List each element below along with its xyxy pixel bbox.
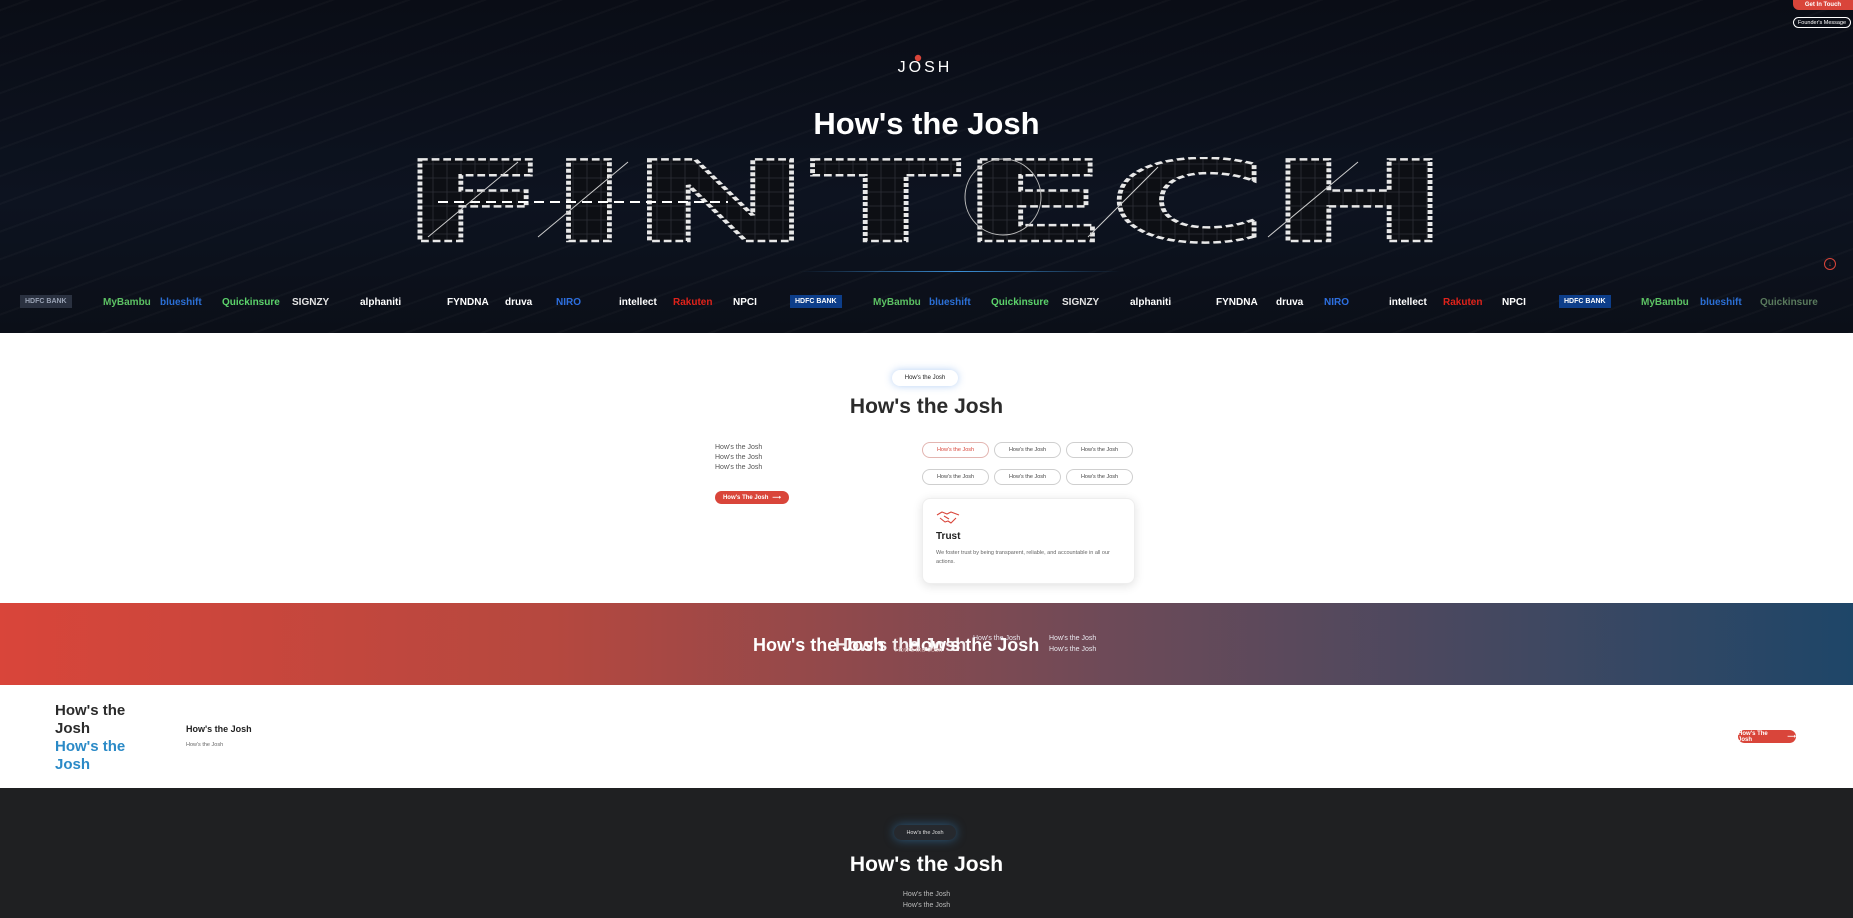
partner-logo: Rakuten <box>673 296 713 308</box>
partner-logo: druva <box>1276 296 1304 308</box>
partner-logo: SIGNZY <box>1062 296 1100 308</box>
values-section: How's the Josh How's the Josh How's the … <box>0 333 1853 603</box>
partner-logo: MyBambu <box>103 296 151 308</box>
partner-logo: MyBambu <box>873 296 921 308</box>
partner-logo: FYNDNA <box>1216 296 1258 308</box>
career-title: How's the Josh <box>186 724 252 734</box>
partner-logo: blueshift <box>160 296 202 308</box>
partner-logo: NPCI <box>733 296 757 308</box>
dark-section: How's the Josh How's the Josh How's the … <box>0 788 1853 918</box>
founders-message-button[interactable]: Founder's Message <box>1793 17 1851 28</box>
partner-logo: NPCI <box>1502 296 1526 308</box>
partner-logo: blueshift <box>929 296 971 308</box>
values-pill-label: How's the Josh <box>892 370 958 386</box>
scroll-down-icon[interactable]: ↓ <box>1824 258 1836 270</box>
band-subtitle: How's the Josh <box>895 647 943 654</box>
partner-logo: blueshift <box>1700 296 1742 308</box>
partner-logos-marquee: HDFC BANK MyBambu blueshift Quickinsure SIGN… <box>0 289 1853 315</box>
value-tab[interactable]: How's the Josh <box>1066 442 1133 458</box>
band-subtitle: How's the Josh <box>1049 646 1097 653</box>
partner-logo: alphaniti <box>1130 296 1172 308</box>
value-tab[interactable]: How's the Josh <box>994 469 1061 485</box>
value-card-title: Trust <box>936 531 961 542</box>
value-tab[interactable]: How's the Josh <box>1066 469 1133 485</box>
partner-logo: intellect <box>619 296 657 308</box>
partner-logo: FYNDNA <box>447 296 489 308</box>
values-desc-line: How's the Josh <box>715 444 763 451</box>
value-tab[interactable]: How's the Josh <box>922 442 989 458</box>
partner-logo: MyBambu <box>1641 296 1689 308</box>
hero-section: Get In Touch Founder's Message JOSH How'… <box>0 0 1853 333</box>
partner-logo: NIRO <box>1324 296 1349 308</box>
band-subtitle: How's the Josh <box>1049 635 1097 642</box>
partner-logo: intellect <box>1389 296 1427 308</box>
fintech-graphic: FINTECH <box>399 157 1452 245</box>
partner-logo: Rakuten <box>1443 296 1483 308</box>
partner-logo: HDFC BANK <box>1559 295 1611 308</box>
hero-title: How's the Josh <box>813 106 1040 141</box>
career-cta-button[interactable]: How's The Josh ⟶ <box>1738 730 1796 743</box>
values-description: How's the Josh How's the Josh How's the … <box>715 443 762 473</box>
values-desc-line: How's the Josh <box>715 454 763 461</box>
get-in-touch-button[interactable]: Get In Touch <box>1793 0 1853 10</box>
partner-logo: Quickinsure <box>1760 296 1818 308</box>
josh-logo[interactable]: JOSH <box>880 52 970 76</box>
dark-pill-label: How's the Josh <box>894 825 956 840</box>
arrow-right-icon: ⟶ <box>772 495 782 501</box>
hero-divider-line <box>800 271 1120 272</box>
partner-logo: HDFC BANK <box>20 295 72 308</box>
partner-logo: HDFC BANK <box>790 295 842 308</box>
partner-logo: druva <box>505 296 533 308</box>
dark-title: How's the Josh <box>849 853 1004 876</box>
arrow-right-icon: ⟶ <box>1787 734 1796 740</box>
partner-logo: alphaniti <box>360 296 402 308</box>
career-strip: How's the Josh How's the Josh How's the … <box>0 685 1853 788</box>
dark-subtitle: How's the Josh <box>902 891 951 898</box>
career-cta-label: How's The Josh <box>1738 730 1768 743</box>
value-card-text: We foster trust by being transparent, re… <box>936 550 1110 565</box>
value-tab[interactable]: How's the Josh <box>994 442 1061 458</box>
band-subtitle: How's the Josh <box>973 635 1021 642</box>
dark-subtitle: How's the Josh <box>902 902 951 909</box>
logo-wordmark: JOSH <box>898 59 953 76</box>
career-heading: How's the Josh <box>55 702 126 737</box>
partner-logo: NIRO <box>556 296 581 308</box>
values-title: How's the Josh <box>849 395 1004 418</box>
values-desc-line: How's the Josh <box>715 464 763 471</box>
values-cta-button[interactable]: How's The Josh ⟶ <box>715 491 789 504</box>
value-tab[interactable]: How's the Josh <box>922 469 989 485</box>
value-card: Trust We foster trust by being transpare… <box>922 498 1135 584</box>
handshake-icon <box>936 511 960 524</box>
gradient-band: How's the Josh How's the Josh How's the … <box>0 603 1853 685</box>
career-heading-accent: How's the Josh <box>55 738 126 773</box>
partner-logo: Quickinsure <box>991 296 1049 308</box>
values-cta-label: How's The Josh <box>722 494 769 501</box>
career-subtitle: How's the Josh <box>186 742 224 748</box>
partner-logo: SIGNZY <box>292 296 330 308</box>
partner-logo: Quickinsure <box>222 296 280 308</box>
